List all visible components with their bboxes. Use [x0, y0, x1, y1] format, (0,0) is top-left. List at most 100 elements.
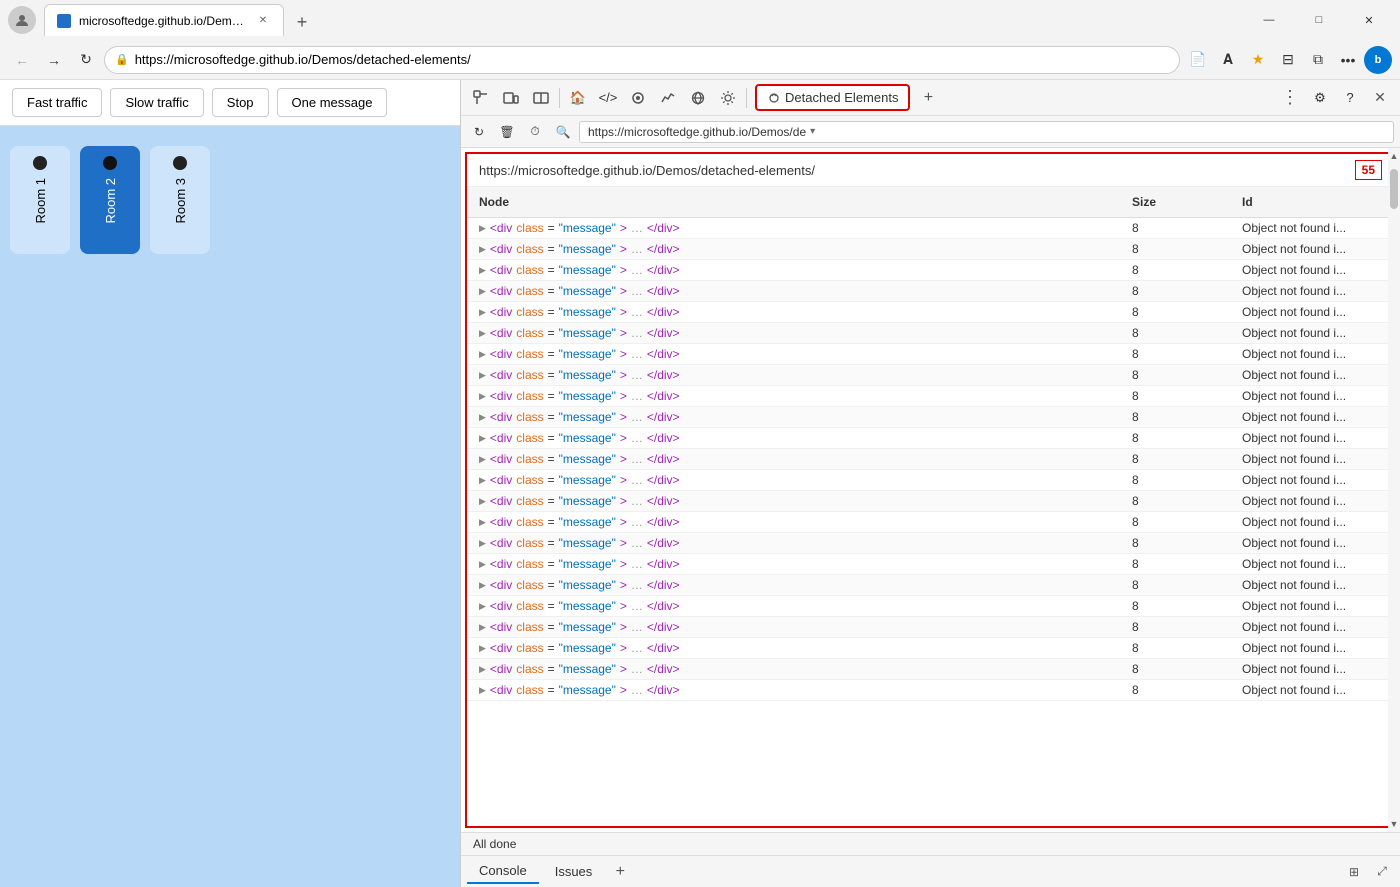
stop-button[interactable]: Stop: [212, 88, 269, 117]
expand-arrow-icon[interactable]: ▶: [479, 412, 486, 423]
table-row[interactable]: ▶ <div class="message"> … </div>8Object …: [467, 554, 1394, 575]
expand-arrow-icon[interactable]: ▶: [479, 664, 486, 675]
tab-close-button[interactable]: ✕: [255, 13, 271, 29]
scroll-thumb[interactable]: [1390, 169, 1398, 209]
expand-arrow-icon[interactable]: ▶: [479, 643, 486, 654]
table-row[interactable]: ▶ <div class="message"> … </div>8Object …: [467, 533, 1394, 554]
elements-icon[interactable]: </>: [594, 84, 622, 112]
expand-arrow-icon[interactable]: ▶: [479, 517, 486, 528]
expand-arrow-icon[interactable]: ▶: [479, 349, 486, 360]
bottom-expand-icon[interactable]: ⤢: [1370, 860, 1394, 884]
expand-arrow-icon[interactable]: ▶: [479, 559, 486, 570]
devtools-trash-icon[interactable]: 🗑: [495, 120, 519, 144]
devtools-close-button[interactable]: ✕: [1366, 84, 1394, 112]
expand-arrow-icon[interactable]: ▶: [479, 286, 486, 297]
favorites-icon[interactable]: ★: [1244, 46, 1272, 74]
recorder-icon[interactable]: [624, 84, 652, 112]
devtools-search-icon[interactable]: 🔍: [551, 120, 575, 144]
table-row[interactable]: ▶ <div class="message"> … </div>8Object …: [467, 344, 1394, 365]
table-row[interactable]: ▶ <div class="message"> … </div>8Object …: [467, 302, 1394, 323]
console-tab[interactable]: Console: [467, 859, 539, 884]
table-row[interactable]: ▶ <div class="message"> … </div>8Object …: [467, 680, 1394, 701]
table-row[interactable]: ▶ <div class="message"> … </div>8Object …: [467, 449, 1394, 470]
slow-traffic-button[interactable]: Slow traffic: [110, 88, 203, 117]
active-tab[interactable]: microsoftedge.github.io/Demos/ ✕: [44, 4, 284, 36]
read-aloud-icon[interactable]: 𝐀: [1214, 46, 1242, 74]
expand-arrow-icon[interactable]: ▶: [479, 538, 486, 549]
table-row[interactable]: ▶ <div class="message"> … </div>8Object …: [467, 260, 1394, 281]
add-tool-button[interactable]: +: [916, 86, 940, 110]
expand-arrow-icon[interactable]: ▶: [479, 622, 486, 633]
expand-arrow-icon[interactable]: ▶: [479, 601, 486, 612]
device-emulation-icon[interactable]: [497, 84, 525, 112]
reader-view-icon[interactable]: 📄: [1184, 46, 1212, 74]
detached-elements-button[interactable]: Detached Elements: [755, 84, 910, 111]
maximize-button[interactable]: □: [1296, 4, 1342, 36]
expand-arrow-icon[interactable]: ▶: [479, 580, 486, 591]
table-row[interactable]: ▶ <div class="message"> … </div>8Object …: [467, 491, 1394, 512]
devtools-url-dropdown-icon[interactable]: ▾: [810, 126, 815, 137]
expand-arrow-icon[interactable]: ▶: [479, 265, 486, 276]
split-screen-icon[interactable]: ⊟: [1274, 46, 1302, 74]
inspect-element-icon[interactable]: [467, 84, 495, 112]
performance-monitor-icon[interactable]: [654, 84, 682, 112]
table-row[interactable]: ▶ <div class="message"> … </div>8Object …: [467, 365, 1394, 386]
table-row[interactable]: ▶ <div class="message"> … </div>8Object …: [467, 470, 1394, 491]
expand-arrow-icon[interactable]: ▶: [479, 328, 486, 339]
table-row[interactable]: ▶ <div class="message"> … </div>8Object …: [467, 659, 1394, 680]
network-icon[interactable]: [684, 84, 712, 112]
room1-item[interactable]: Room 1: [10, 146, 70, 254]
devtools-history-icon[interactable]: ⏱: [523, 120, 547, 144]
table-row[interactable]: ▶ <div class="message"> … </div>8Object …: [467, 596, 1394, 617]
more-tools-icon[interactable]: ⋮: [1276, 84, 1304, 112]
fast-traffic-button[interactable]: Fast traffic: [12, 88, 102, 117]
expand-arrow-icon[interactable]: ▶: [479, 370, 486, 381]
settings-icon[interactable]: ⚙: [1306, 84, 1334, 112]
collections-icon[interactable]: ⧉: [1304, 46, 1332, 74]
back-button[interactable]: ←: [8, 46, 36, 74]
table-row[interactable]: ▶ <div class="message"> … </div>8Object …: [467, 638, 1394, 659]
minimize-button[interactable]: —: [1246, 4, 1292, 36]
table-row[interactable]: ▶ <div class="message"> … </div>8Object …: [467, 323, 1394, 344]
more-button[interactable]: •••: [1334, 46, 1362, 74]
room3-item[interactable]: Room 3: [150, 146, 210, 254]
bottom-split-icon[interactable]: ⊞: [1342, 860, 1366, 884]
expand-arrow-icon[interactable]: ▶: [479, 454, 486, 465]
expand-arrow-icon[interactable]: ▶: [479, 685, 486, 696]
table-row[interactable]: ▶ <div class="message"> … </div>8Object …: [467, 512, 1394, 533]
devtools-url-bar[interactable]: https://microsoftedge.github.io/Demos/de…: [579, 121, 1394, 143]
address-bar[interactable]: 🔒 https://microsoftedge.github.io/Demos/…: [104, 46, 1180, 74]
devtools-refresh-icon[interactable]: ↻: [467, 120, 491, 144]
scroll-down-button[interactable]: ▼: [1388, 816, 1400, 832]
add-tab-button[interactable]: +: [608, 860, 632, 884]
table-row[interactable]: ▶ <div class="message"> … </div>8Object …: [467, 575, 1394, 596]
expand-arrow-icon[interactable]: ▶: [479, 433, 486, 444]
split-view-icon[interactable]: [527, 84, 555, 112]
expand-arrow-icon[interactable]: ▶: [479, 307, 486, 318]
table-row[interactable]: ▶ <div class="message"> … </div>8Object …: [467, 407, 1394, 428]
issues-tab[interactable]: Issues: [543, 860, 605, 883]
profile-icon[interactable]: [8, 6, 36, 34]
close-button[interactable]: ✕: [1346, 4, 1392, 36]
table-row[interactable]: ▶ <div class="message"> … </div>8Object …: [467, 239, 1394, 260]
refresh-button[interactable]: ↻: [72, 46, 100, 74]
expand-arrow-icon[interactable]: ▶: [479, 496, 486, 507]
expand-arrow-icon[interactable]: ▶: [479, 223, 486, 234]
one-message-button[interactable]: One message: [277, 88, 388, 117]
home-icon[interactable]: 🏠: [564, 84, 592, 112]
table-row[interactable]: ▶ <div class="message"> … </div>8Object …: [467, 428, 1394, 449]
scroll-up-button[interactable]: ▲: [1388, 148, 1400, 164]
help-icon[interactable]: ?: [1336, 84, 1364, 112]
table-row[interactable]: ▶ <div class="message"> … </div>8Object …: [467, 281, 1394, 302]
table-row[interactable]: ▶ <div class="message"> … </div>8Object …: [467, 617, 1394, 638]
settings-extra-icon[interactable]: [714, 84, 742, 112]
forward-button[interactable]: →: [40, 46, 68, 74]
room2-item[interactable]: Room 2: [80, 146, 140, 254]
expand-arrow-icon[interactable]: ▶: [479, 391, 486, 402]
table-row[interactable]: ▶ <div class="message"> … </div>8Object …: [467, 218, 1394, 239]
bing-icon[interactable]: b: [1364, 46, 1392, 74]
table-row[interactable]: ▶ <div class="message"> … </div>8Object …: [467, 386, 1394, 407]
expand-arrow-icon[interactable]: ▶: [479, 475, 486, 486]
expand-arrow-icon[interactable]: ▶: [479, 244, 486, 255]
new-tab-button[interactable]: +: [288, 8, 316, 36]
